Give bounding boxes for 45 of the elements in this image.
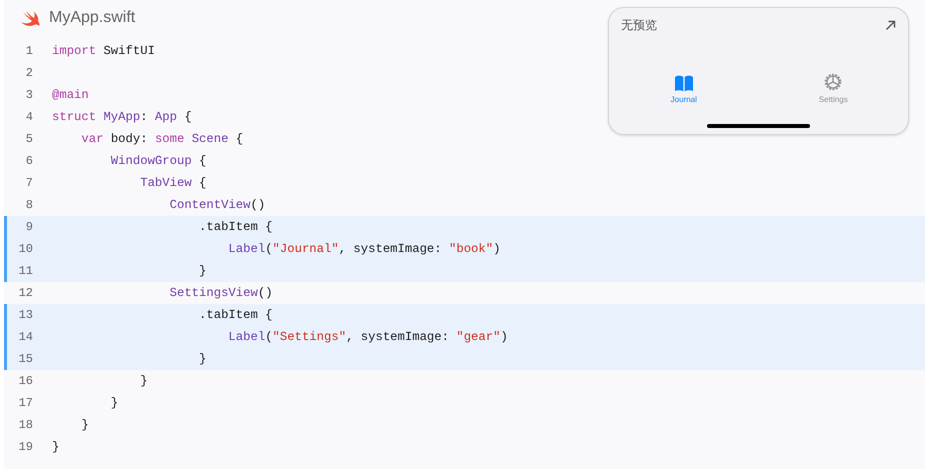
line-number: 18 [18,417,34,434]
line-number: 15 [18,351,34,368]
line-number: 4 [24,109,34,126]
tab-label[interactable]: Settings [818,94,848,106]
code-line: .tabItem { [198,306,273,324]
line-number: 1 [24,43,34,60]
code-line: var body: some Scene { [80,130,244,148]
line-number: 3 [24,87,34,104]
code-line: } [198,350,206,368]
gear-icon [823,72,844,92]
book-icon [674,75,694,92]
file-name: MyApp.swift [49,8,136,28]
line-number: 2 [24,65,34,82]
line-number: 17 [18,395,34,412]
line-number: 16 [18,373,34,390]
code-line: SettingsView() [168,284,273,302]
code-line: Label("Journal", systemImage: "book") [227,240,500,258]
code-line: } [52,438,60,456]
preview-title: 无预览 [621,17,657,34]
code-line: Label("Settings", systemImage: "gear") [227,328,508,346]
line-number: 19 [18,439,34,456]
line-number: 13 [18,307,34,324]
line-number: 11 [18,263,34,280]
line-number: 10 [18,241,34,258]
code-line: ContentView() [168,196,266,214]
line-number: 9 [24,219,34,236]
code-line: .tabItem { [198,218,273,236]
code-line: @main [52,86,89,104]
code-line: struct MyApp: App { [52,108,192,126]
code-line: import SwiftUI [52,42,155,60]
code-line: } [139,372,148,390]
code-line: WindowGroup { [110,152,206,170]
code-line: } [110,394,118,412]
line-number: 7 [24,175,34,192]
line-number: 5 [24,131,34,148]
code-line: } [80,416,89,434]
line-number: 8 [24,197,34,214]
line-number: 14 [18,329,34,346]
expand-icon[interactable] [885,20,896,30]
swift-logo-icon [21,10,41,26]
line-number: 6 [24,153,34,170]
code-line: TabView { [139,174,206,192]
code-line: } [198,262,206,280]
tab-label[interactable]: Journal [670,94,697,106]
line-number: 12 [18,285,34,302]
